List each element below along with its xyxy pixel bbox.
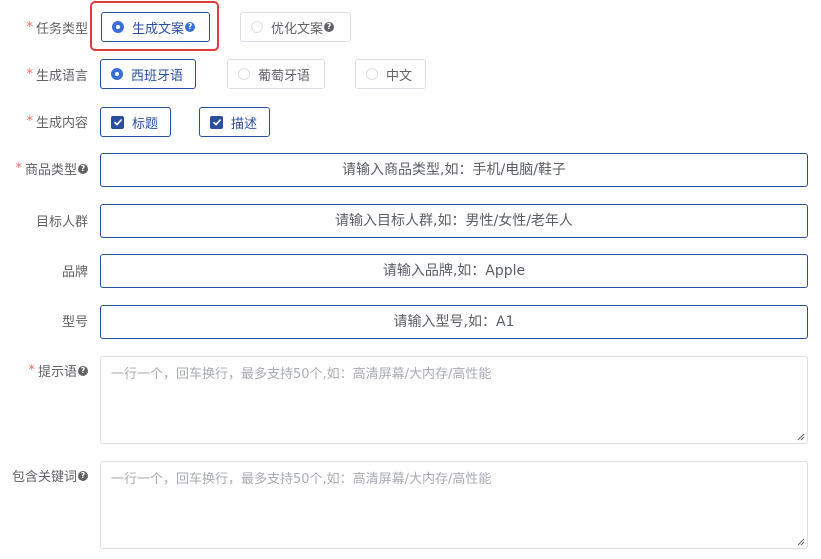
radio-unselected-icon: [366, 68, 378, 80]
brand-input[interactable]: [100, 254, 808, 288]
radio-unselected-icon: [238, 68, 250, 80]
help-icon[interactable]: ?: [78, 163, 88, 174]
product-type-input[interactable]: [100, 153, 808, 187]
keywords-label: 包含关键词?: [12, 466, 88, 485]
resize-handle-icon[interactable]: [797, 538, 805, 546]
language-portuguese-option[interactable]: 葡萄牙语: [227, 59, 325, 89]
resize-handle-icon[interactable]: [797, 433, 805, 441]
prompt-label: * 提示语?: [28, 361, 88, 380]
task-type-optimize-option[interactable]: 优化文案 ?: [240, 12, 351, 42]
radio-unselected-icon: [251, 21, 263, 33]
help-icon[interactable]: ?: [324, 22, 335, 32]
content-description-checkbox[interactable]: 描述: [199, 107, 270, 137]
language-label: * 生成语言: [26, 67, 88, 84]
model-label: 型号: [61, 315, 88, 330]
checkbox-checked-icon: [210, 115, 223, 129]
help-icon[interactable]: ?: [78, 365, 88, 376]
content-title-checkbox[interactable]: 标题: [100, 107, 171, 137]
help-icon[interactable]: ?: [185, 22, 196, 32]
keywords-textarea[interactable]: [100, 461, 808, 549]
help-icon[interactable]: ?: [78, 470, 88, 481]
task-type-generate-option[interactable]: 生成文案 ?: [101, 12, 210, 42]
prompt-textarea[interactable]: [100, 356, 808, 444]
radio-selected-icon: [111, 68, 123, 80]
product-type-label: * 商品类型?: [15, 159, 88, 178]
language-chinese-option[interactable]: 中文: [355, 59, 426, 89]
checkbox-checked-icon: [111, 115, 124, 129]
audience-label: 目标人群: [35, 215, 88, 230]
brand-label: 品牌: [61, 265, 88, 280]
content-label: * 生成内容: [26, 114, 88, 131]
task-type-label: * 任务类型: [26, 20, 88, 37]
language-spanish-option[interactable]: 西班牙语: [100, 59, 196, 89]
radio-selected-icon: [112, 21, 124, 33]
audience-input[interactable]: [100, 204, 808, 238]
model-input[interactable]: [100, 305, 808, 339]
